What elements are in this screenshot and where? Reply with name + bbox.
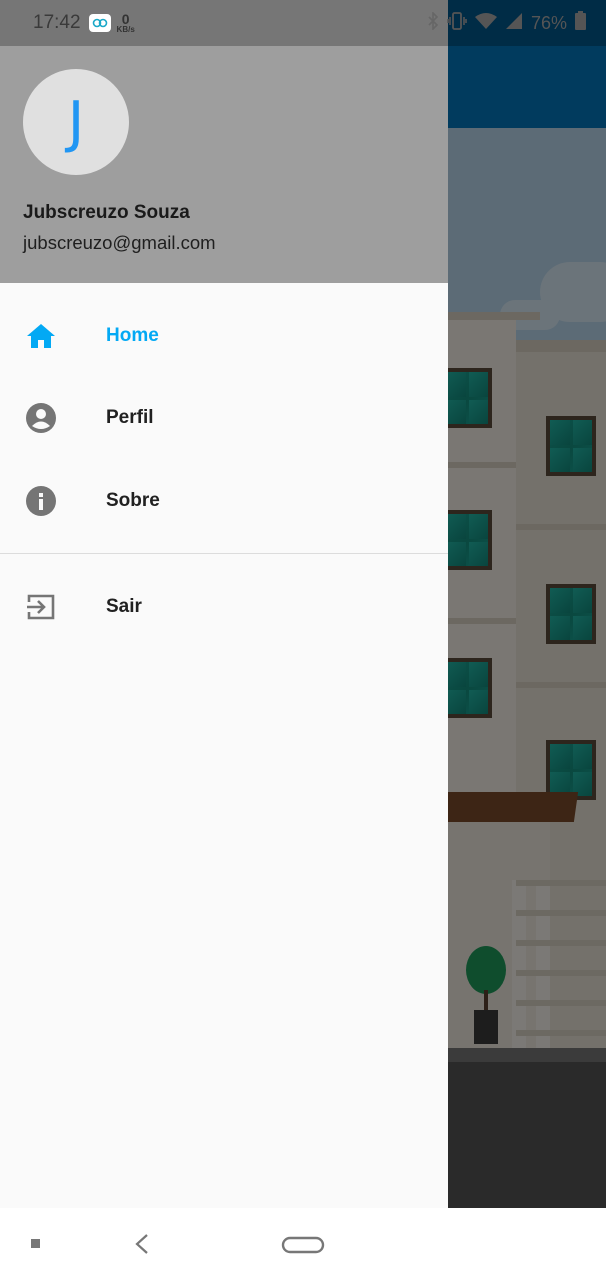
exit-icon (25, 591, 57, 623)
back-icon[interactable] (128, 1230, 156, 1258)
vibrate-icon (447, 11, 467, 35)
battery-icon (575, 11, 586, 35)
app-icon (88, 14, 111, 32)
drawer-item-label: Perfil (106, 407, 154, 428)
navigation-drawer: J Jubscreuzo Souza jubscreuzo@gmail.com … (0, 0, 448, 1208)
drawer-item-sair[interactable]: Sair (0, 566, 448, 648)
battery-percent: 76% (530, 12, 567, 33)
status-time: 17:42 (33, 12, 81, 33)
network-speed: 0 KB/s (116, 11, 135, 34)
avatar-initial: J (67, 89, 85, 155)
system-navigation-bar (0, 1208, 606, 1280)
account-name: Jubscreuzo Souza (23, 202, 190, 223)
drawer-divider (0, 553, 448, 554)
account-circle-icon (25, 402, 57, 434)
info-icon (25, 485, 57, 517)
bluetooth-icon (427, 10, 439, 35)
signal-icon (505, 12, 523, 35)
drawer-item-perfil[interactable]: Perfil (0, 377, 448, 459)
drawer-item-sobre[interactable]: Sobre (0, 460, 448, 542)
home-icon (25, 320, 57, 352)
account-email: jubscreuzo@gmail.com (23, 232, 216, 253)
drawer-item-home[interactable]: Home (0, 295, 448, 377)
status-bar: 17:42 0 KB/s 76% (0, 0, 606, 46)
avatar[interactable]: J (23, 69, 129, 175)
drawer-item-label: Sair (106, 596, 142, 617)
recents-icon[interactable] (26, 1234, 46, 1254)
drawer-item-label: Sobre (106, 490, 160, 511)
home-pill-icon[interactable] (278, 1232, 328, 1258)
wifi-icon (474, 12, 497, 35)
drawer-item-label: Home (106, 325, 159, 346)
